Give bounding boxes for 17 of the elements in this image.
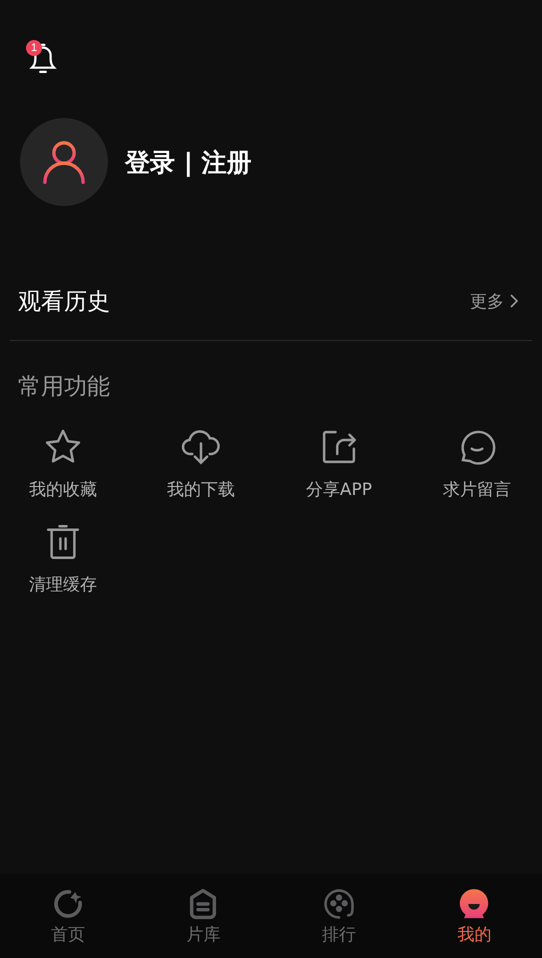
tab[interactable]: 首页 [0, 874, 136, 958]
notification-button[interactable]: 1 [26, 40, 60, 76]
watch-history-title: 观看历史 [18, 288, 110, 316]
function-item[interactable]: 我的收藏 [0, 426, 132, 501]
tab[interactable]: 片库 [136, 874, 271, 958]
function-item[interactable]: 分享APP [270, 426, 408, 501]
notification-badge: 1 [26, 40, 42, 56]
chevron-right-icon [508, 293, 520, 309]
section-title: 常用功能 [18, 373, 111, 402]
tab[interactable]: 排行 [271, 874, 406, 958]
function-item[interactable]: 清理缓存 [0, 521, 132, 596]
more-link[interactable]: 更多 [470, 290, 520, 312]
film-reel-icon [322, 886, 356, 920]
function-item[interactable]: 我的下载 [132, 426, 270, 501]
function-item[interactable]: 求片留言 [408, 426, 542, 501]
tab[interactable]: 我的 [406, 874, 542, 958]
login-register-link[interactable]: 登录 | 注册 [125, 146, 252, 178]
